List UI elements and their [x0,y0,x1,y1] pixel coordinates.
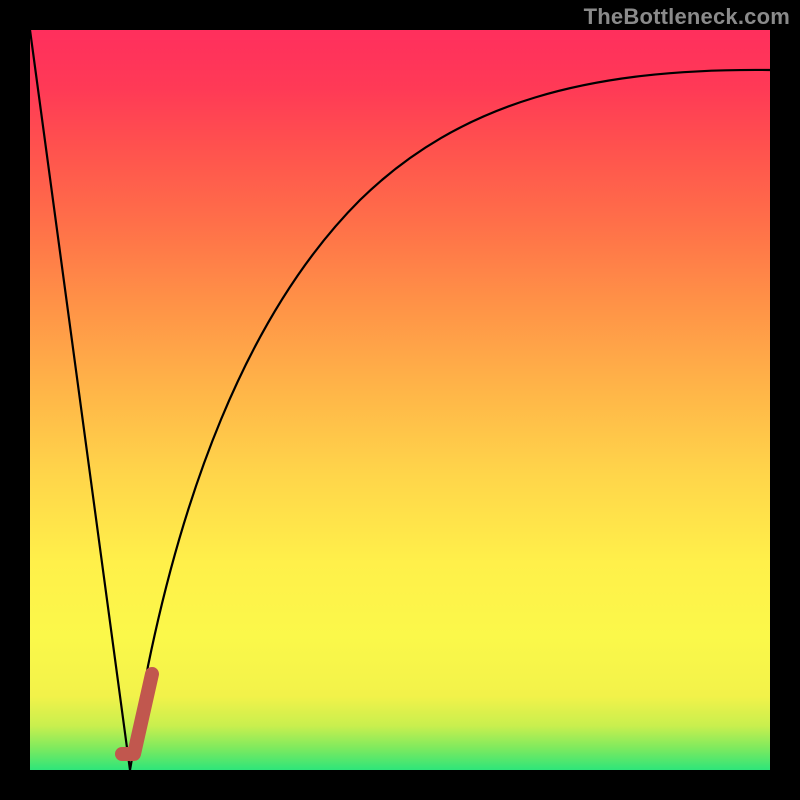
chart-svg [30,30,770,770]
bottleneck-curve [30,30,770,770]
brand-watermark: TheBottleneck.com [584,4,790,30]
chart-frame: TheBottleneck.com [0,0,800,800]
